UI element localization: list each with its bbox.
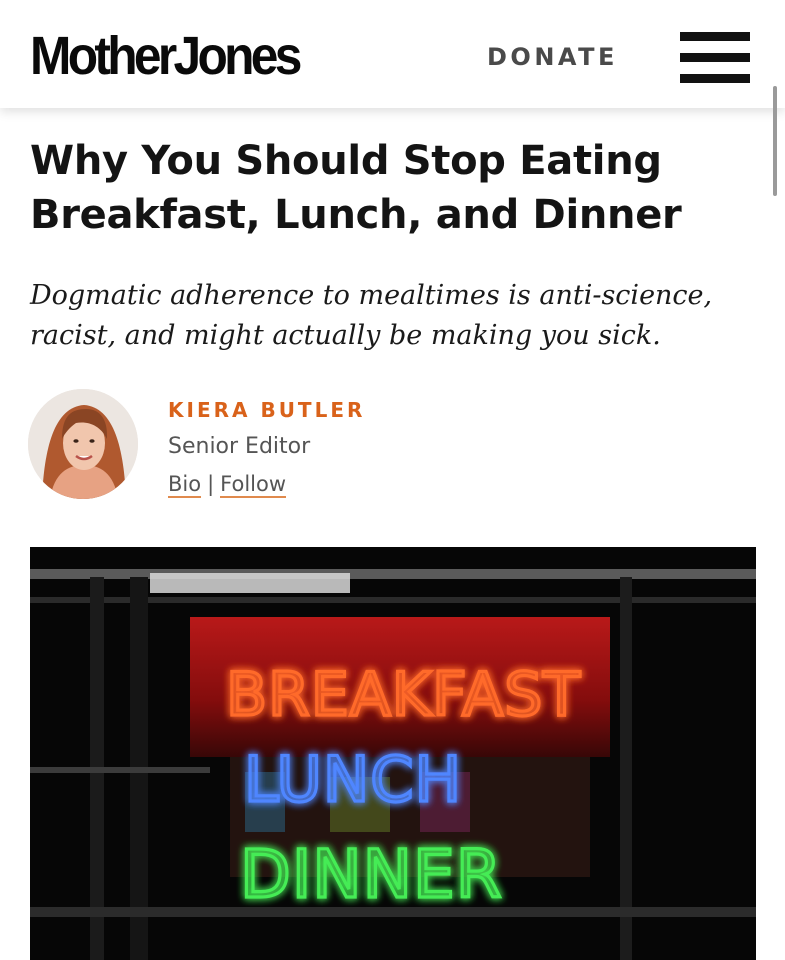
hero-image: BREAKFAST LUNCH DINNER	[30, 547, 756, 960]
site-header: MotherJones DONATE	[0, 0, 785, 108]
author-links: Bio | Follow	[168, 472, 287, 498]
author-name-link[interactable]: KIERA BUTLER	[168, 398, 365, 422]
hamburger-menu-icon[interactable]	[680, 32, 750, 84]
menu-bar	[680, 32, 750, 41]
menu-bar	[680, 53, 750, 62]
menu-bar	[680, 74, 750, 83]
donate-link[interactable]: DONATE	[487, 42, 618, 72]
neon-sign-photo: BREAKFAST LUNCH DINNER	[30, 547, 756, 960]
article-dek: Dogmatic adherence to mealtimes is anti-…	[30, 280, 713, 351]
neon-word-lunch: LUNCH	[244, 743, 462, 816]
neon-word-dinner: DINNER	[240, 836, 503, 913]
author-avatar[interactable]	[28, 389, 138, 499]
neon-word-breakfast: BREAKFAST	[226, 660, 581, 730]
author-avatar-illustration	[28, 389, 138, 499]
author-title: Senior Editor	[168, 434, 311, 459]
link-separator: |	[207, 472, 215, 496]
article-headline: Why You Should Stop Eating Breakfast, Lu…	[30, 138, 682, 238]
author-follow-link[interactable]: Follow	[220, 472, 287, 498]
author-bio-link[interactable]: Bio	[168, 472, 202, 498]
page-scrollbar[interactable]	[773, 86, 777, 196]
mother-jones-logo[interactable]: MotherJones	[30, 24, 302, 88]
